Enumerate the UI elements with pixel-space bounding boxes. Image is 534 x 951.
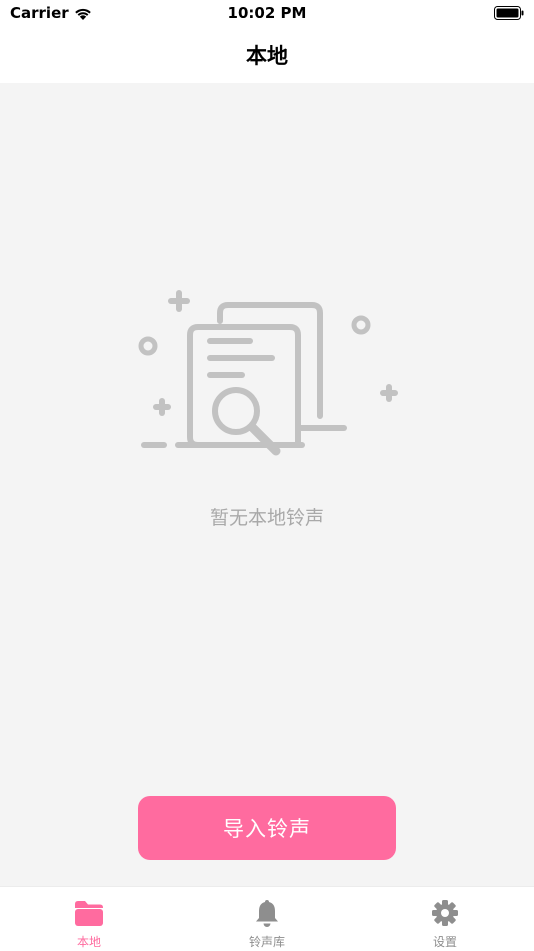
content-area: 暂无本地铃声 导入铃声 (0, 83, 534, 886)
tab-settings-label: 设置 (432, 935, 457, 949)
tab-settings[interactable]: 设置 (356, 887, 534, 951)
bell-icon (256, 900, 278, 927)
empty-state-message: 暂无本地铃声 (209, 507, 324, 529)
status-time: 10:02 PM (227, 4, 307, 22)
tab-ringtone-library-label: 铃声库 (248, 935, 285, 949)
document-search-icon (138, 290, 398, 456)
tab-bar: 本地 铃声库 设置 (0, 886, 534, 951)
battery-icon (494, 6, 524, 20)
tab-local[interactable]: 本地 (0, 887, 178, 951)
gear-icon (432, 900, 458, 926)
import-ringtone-button[interactable]: 导入铃声 (138, 796, 396, 860)
status-bar: Carrier 10:02 PM (0, 0, 534, 28)
tab-local-label: 本地 (76, 935, 101, 949)
nav-bar: 本地 (0, 28, 534, 83)
tab-ringtone-library[interactable]: 铃声库 (178, 887, 356, 951)
page-title: 本地 (246, 44, 288, 68)
folder-icon (75, 901, 103, 926)
